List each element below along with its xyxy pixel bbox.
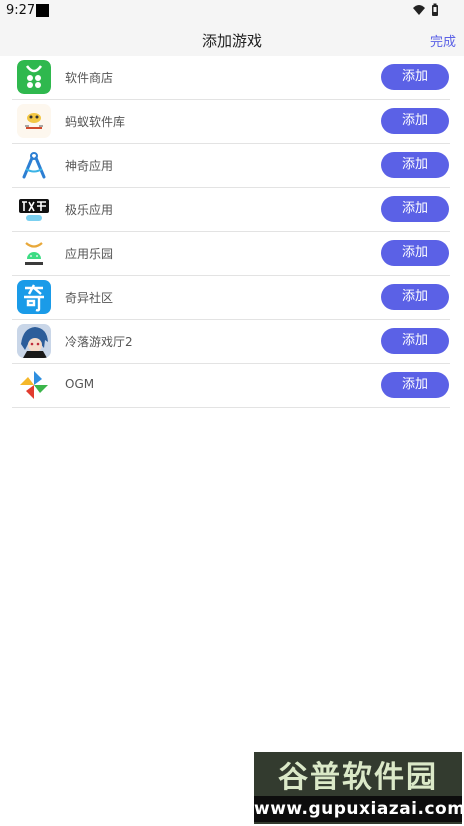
list-item: 冷落游戏厅2 添加 (12, 320, 450, 364)
android-app-icon (17, 236, 51, 270)
list-item: 软件商店 添加 (12, 56, 450, 100)
add-button[interactable]: 添加 (381, 240, 449, 266)
status-time: 9:27 (6, 3, 36, 18)
app-name: 奇异社区 (65, 291, 114, 305)
app-name: 神奇应用 (65, 159, 114, 173)
wifi-icon (413, 5, 425, 15)
list-item: 蚂蚁软件库 添加 (12, 100, 450, 144)
add-button[interactable]: 添加 (381, 372, 449, 398)
pinwheel-icon (17, 368, 51, 402)
status-bar: 9:27 (0, 0, 464, 22)
watermark-brand: 谷普软件园 (278, 760, 438, 795)
list-item: 奇异社区 添加 (12, 276, 450, 320)
ant-library-icon (17, 104, 51, 138)
add-button[interactable]: 添加 (381, 196, 449, 222)
list-item: 应用乐园 添加 (12, 232, 450, 276)
top-app-bar: 添加游戏 完成 (0, 22, 464, 56)
app-name: 软件商店 (65, 71, 114, 85)
app-name: 冷落游戏厅2 (65, 335, 133, 349)
list-item: 极乐应用 添加 (12, 188, 450, 232)
app-name: OGM (65, 377, 95, 391)
list-item: 神奇应用 添加 (12, 144, 450, 188)
done-button[interactable]: 完成 (430, 31, 456, 50)
software-store-icon (17, 60, 51, 94)
battery-icon (432, 3, 438, 16)
watermark: 谷普软件园 www.gupuxiazai.com (254, 752, 462, 824)
app-name: 蚂蚁软件库 (65, 115, 126, 129)
add-button[interactable]: 添加 (381, 284, 449, 310)
add-button[interactable]: 添加 (381, 64, 449, 90)
qiyi-community-icon (17, 280, 51, 314)
app-name: 极乐应用 (65, 203, 114, 217)
jile-app-icon (17, 192, 51, 226)
app-list: 软件商店 添加 蚂蚁软件库 添加 神奇应用 添加 极乐应用 添加 应用乐园 添加… (0, 56, 464, 408)
compass-app-icon (17, 148, 51, 182)
list-item: OGM 添加 (12, 364, 450, 408)
add-button[interactable]: 添加 (381, 328, 449, 354)
page-title: 添加游戏 (201, 32, 262, 50)
watermark-url: www.gupuxiazai.com (254, 799, 462, 819)
add-button[interactable]: 添加 (381, 108, 449, 134)
anime-avatar-icon (17, 324, 51, 358)
status-icons (412, 3, 442, 17)
app-name: 应用乐园 (65, 247, 114, 261)
add-button[interactable]: 添加 (381, 152, 449, 178)
notification-icon (36, 4, 49, 17)
